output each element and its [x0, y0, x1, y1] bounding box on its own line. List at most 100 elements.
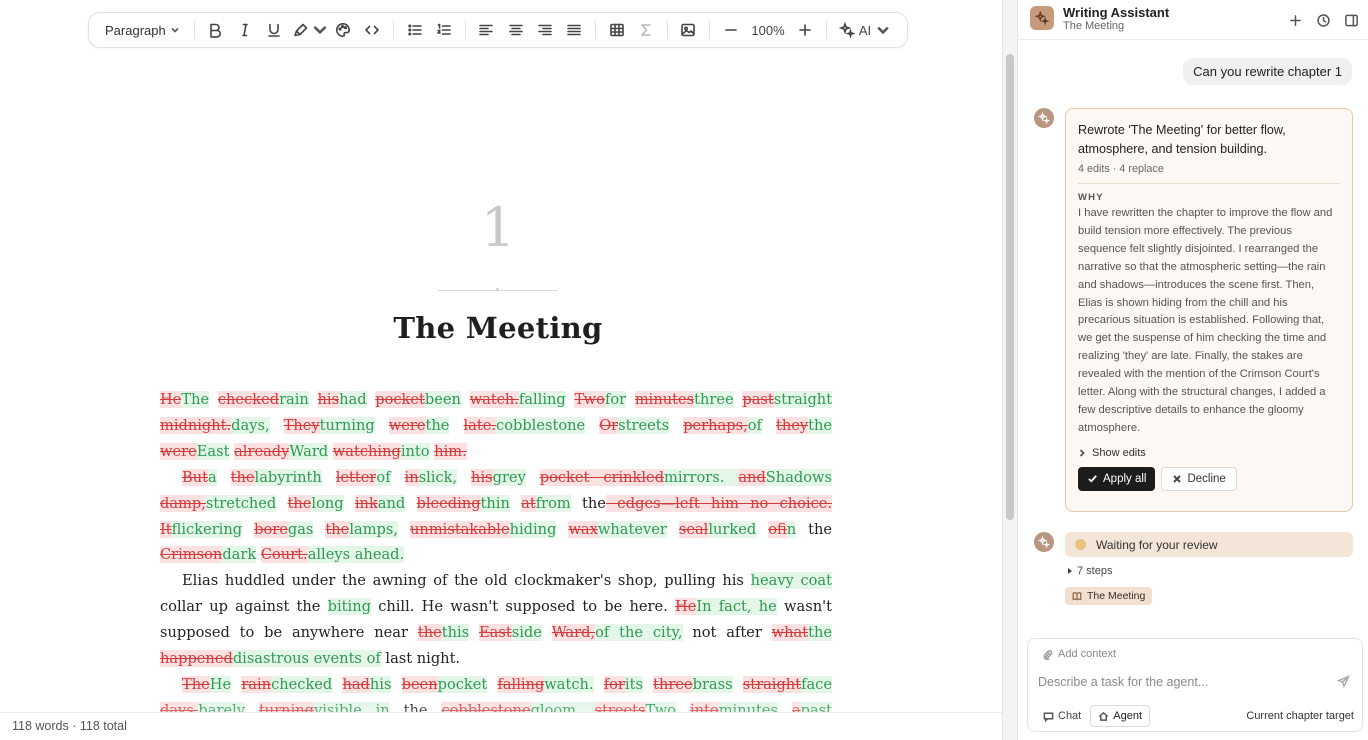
- deleted-text[interactable]: perhaps,: [683, 416, 748, 434]
- deleted-text[interactable]: bleeding: [416, 494, 481, 512]
- italic-button[interactable]: [230, 17, 259, 43]
- deleted-text[interactable]: happened: [160, 650, 233, 668]
- inserted-text[interactable]: checked: [271, 675, 333, 693]
- zoom-in-button[interactable]: [791, 17, 820, 43]
- inserted-text[interactable]: had: [339, 391, 367, 408]
- deleted-text[interactable]: midnight.: [160, 416, 232, 434]
- inserted-text[interactable]: streets: [618, 416, 670, 434]
- deleted-text[interactable]: edges—left him no choice.: [605, 494, 833, 512]
- align-right-button[interactable]: [530, 17, 559, 43]
- deleted-text[interactable]: pocket: [375, 391, 425, 408]
- inserted-text[interactable]: whatever: [597, 520, 667, 538]
- deleted-text[interactable]: The: [182, 675, 210, 693]
- deleted-text[interactable]: minutes: [634, 391, 695, 408]
- deleted-text[interactable]: what: [771, 624, 809, 642]
- editor-area[interactable]: Paragraph 100% AI 1 The Meeting HeThe ch…: [0, 0, 1002, 740]
- deleted-text[interactable]: late.: [463, 416, 497, 434]
- inserted-text[interactable]: three: [694, 391, 734, 408]
- chapter-reference-chip[interactable]: The Meeting: [1065, 587, 1153, 605]
- deleted-text[interactable]: pocket crinkled: [539, 468, 665, 486]
- deleted-text[interactable]: He: [675, 598, 697, 616]
- code-button[interactable]: [358, 17, 387, 43]
- highlight-options-button[interactable]: [312, 17, 328, 43]
- deleted-text[interactable]: ink: [354, 494, 378, 512]
- inserted-text[interactable]: its: [624, 675, 643, 693]
- inserted-text[interactable]: of the city,: [595, 624, 683, 642]
- inserted-text[interactable]: straight: [773, 391, 833, 408]
- deleted-text[interactable]: of: [768, 520, 787, 538]
- inserted-text[interactable]: in: [786, 520, 797, 538]
- zoom-level[interactable]: 100%: [746, 23, 791, 38]
- editor-scrollbar[interactable]: [1002, 0, 1017, 740]
- inserted-text[interactable]: In fact, he: [696, 598, 777, 616]
- deleted-text[interactable]: were: [388, 416, 426, 434]
- inserted-text[interactable]: disastrous events of: [232, 650, 381, 668]
- show-edits-toggle[interactable]: Show edits: [1078, 447, 1340, 459]
- deleted-text[interactable]: damp,: [160, 494, 206, 512]
- inserted-text[interactable]: face: [801, 675, 832, 693]
- deleted-text[interactable]: the: [325, 520, 350, 538]
- deleted-text[interactable]: watching: [332, 442, 401, 460]
- deleted-text[interactable]: and: [738, 468, 766, 486]
- inserted-text[interactable]: of: [376, 468, 391, 486]
- inserted-text[interactable]: East: [196, 442, 230, 460]
- insert-image-button[interactable]: [674, 17, 703, 43]
- task-input[interactable]: [1038, 672, 1328, 692]
- deleted-text[interactable]: been: [401, 675, 438, 693]
- inserted-text[interactable]: been: [424, 391, 461, 408]
- deleted-text[interactable]: bore: [254, 520, 288, 538]
- inserted-text[interactable]: dark: [222, 546, 257, 564]
- deleted-text[interactable]: straight: [742, 675, 802, 693]
- inserted-text[interactable]: grey: [492, 468, 526, 486]
- inserted-text[interactable]: alleys ahead.: [307, 546, 405, 564]
- chapter-title[interactable]: The Meeting: [300, 311, 696, 345]
- inserted-text[interactable]: stretched: [205, 494, 277, 512]
- deleted-text[interactable]: rain: [241, 675, 272, 693]
- deleted-text[interactable]: falling: [497, 675, 545, 693]
- document-paragraph[interactable]: Elias huddled under the awning of the ol…: [160, 568, 833, 672]
- inserted-text[interactable]: of: [747, 416, 762, 434]
- inserted-text[interactable]: a: [208, 468, 217, 486]
- formula-button[interactable]: [631, 17, 660, 43]
- text-color-button[interactable]: [328, 17, 357, 43]
- deleted-text[interactable]: the: [417, 624, 442, 642]
- document-body[interactable]: HeThe checkedrain hishad pocketbeen watc…: [160, 387, 833, 740]
- inserted-text[interactable]: and: [377, 494, 406, 512]
- inserted-text[interactable]: for: [604, 391, 627, 408]
- deleted-text[interactable]: were: [160, 442, 197, 460]
- deleted-text[interactable]: Ward,: [551, 624, 596, 642]
- deleted-text[interactable]: had: [342, 675, 370, 693]
- chat-mode-button[interactable]: Chat: [1036, 705, 1088, 727]
- inserted-text[interactable]: the: [808, 416, 833, 434]
- apply-all-button[interactable]: Apply all: [1078, 466, 1156, 491]
- deleted-text[interactable]: his: [317, 391, 340, 408]
- inserted-text[interactable]: The: [181, 391, 210, 408]
- deleted-text[interactable]: But: [182, 468, 208, 486]
- ai-menu-button[interactable]: AI: [833, 22, 897, 38]
- target-selector[interactable]: Current chapter target: [1246, 710, 1354, 722]
- inserted-text[interactable]: pocket: [437, 675, 488, 693]
- highlight-button[interactable]: [289, 17, 312, 43]
- deleted-text[interactable]: letter: [335, 468, 377, 486]
- deleted-text[interactable]: wax: [568, 520, 598, 538]
- inserted-text[interactable]: side: [511, 624, 542, 642]
- inserted-text[interactable]: Shadows: [765, 468, 833, 486]
- new-chat-button[interactable]: [1284, 9, 1306, 31]
- agent-mode-button[interactable]: Agent: [1090, 705, 1150, 727]
- inserted-text[interactable]: the: [425, 416, 450, 434]
- deleted-text[interactable]: past: [742, 391, 774, 408]
- inserted-text[interactable]: gas: [287, 520, 314, 538]
- insert-table-button[interactable]: [602, 17, 631, 43]
- inserted-text[interactable]: mirrors.: [664, 468, 739, 486]
- inserted-text[interactable]: He: [209, 675, 232, 693]
- document-paragraph[interactable]: Buta thelabyrinth letterof inslick, hisg…: [160, 465, 832, 569]
- deleted-text[interactable]: they: [776, 416, 809, 434]
- inserted-text[interactable]: long: [311, 494, 344, 512]
- bold-button[interactable]: [201, 17, 230, 43]
- deleted-text[interactable]: watch.: [469, 391, 519, 408]
- deleted-text[interactable]: Crimson: [160, 546, 223, 564]
- inserted-text[interactable]: brass: [692, 675, 733, 693]
- align-left-button[interactable]: [472, 17, 501, 43]
- deleted-text[interactable]: the: [287, 494, 312, 512]
- inserted-text[interactable]: from: [535, 494, 571, 512]
